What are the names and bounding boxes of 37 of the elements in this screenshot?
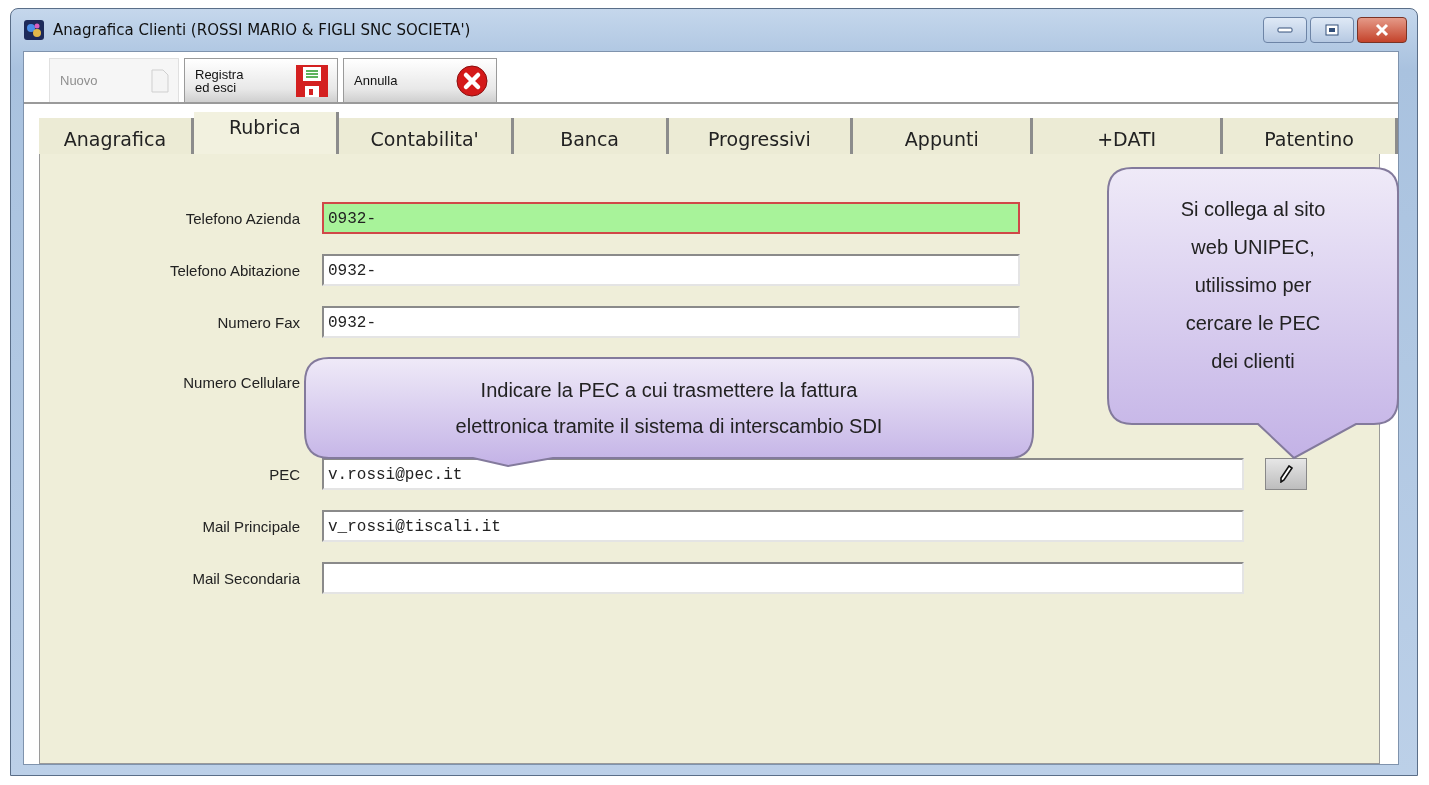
callout: Si collega al sito web UNIPEC, utilissimo per cercare le PEC dei clienti xyxy=(1106,166,1400,460)
document-icon xyxy=(150,67,170,94)
maximize-button[interactable] xyxy=(1310,17,1354,43)
input-field[interactable] xyxy=(322,562,1244,594)
minimize-icon xyxy=(1277,27,1293,33)
maximize-icon xyxy=(1325,24,1339,36)
save-exit-button[interactable]: Registra ed esci xyxy=(184,58,338,102)
tab[interactable]: Contabilita' xyxy=(338,118,514,154)
field-label: Telefono Abitazione xyxy=(168,261,300,279)
minimize-button[interactable] xyxy=(1263,17,1307,43)
edit-button[interactable] xyxy=(1265,458,1307,490)
app-icon xyxy=(23,19,45,41)
close-icon xyxy=(1374,23,1390,37)
tab[interactable]: Appunti xyxy=(853,118,1034,154)
field-label: Mail Secondaria xyxy=(191,569,300,587)
cancel-button[interactable]: Annulla xyxy=(343,58,497,102)
input-field[interactable]: 0932- xyxy=(322,306,1020,338)
window-title: Anagrafica Clienti (ROSSI MARIO & FIGLI SNC SOCIETA') xyxy=(53,21,472,39)
field-label: PEC xyxy=(268,465,300,483)
pencil-icon xyxy=(1279,465,1293,483)
field-label: Telefono Azienda xyxy=(184,209,300,227)
tab[interactable]: Banca xyxy=(513,118,669,154)
field-label: Numero Fax xyxy=(216,313,300,331)
field-label: Mail Principale xyxy=(201,517,300,535)
tab[interactable]: +DATI xyxy=(1033,118,1224,154)
close-circle-icon xyxy=(456,64,488,97)
input-field[interactable]: v.rossi@pec.it xyxy=(322,458,1244,490)
input-field[interactable]: 0932- xyxy=(322,254,1020,286)
input-field[interactable]: 0932- xyxy=(322,202,1020,234)
input-field[interactable]: v_rossi@tiscali.it xyxy=(322,510,1244,542)
tab[interactable]: Progressivi xyxy=(668,118,854,154)
tab[interactable]: Anagrafica xyxy=(39,118,194,154)
callout: Indicare la PEC a cui trasmettere la fattura elettronica tramite il sistema di interscambio SDI xyxy=(303,356,1035,468)
field-label: Numero Cellulare xyxy=(182,374,300,391)
tab[interactable]: Patentino xyxy=(1223,118,1398,154)
close-button[interactable] xyxy=(1357,17,1407,43)
tab[interactable]: Rubrica xyxy=(193,112,339,154)
